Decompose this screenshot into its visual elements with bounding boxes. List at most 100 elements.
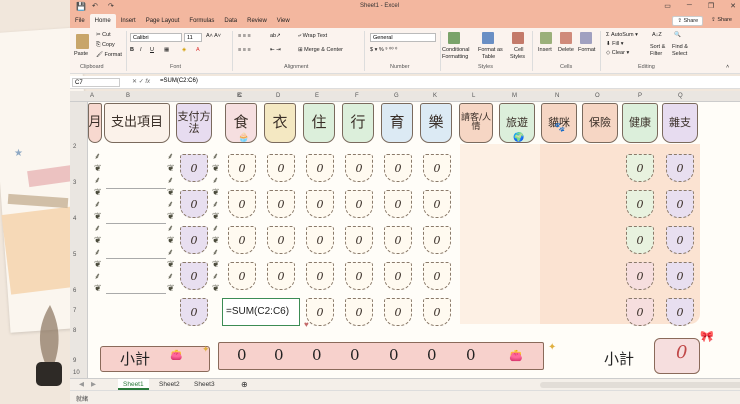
amount-cell[interactable]: 0 bbox=[345, 298, 373, 326]
amount-cell[interactable]: 0 bbox=[626, 226, 654, 254]
row-header[interactable]: 9 bbox=[73, 358, 76, 364]
underline-button[interactable]: U bbox=[150, 47, 154, 53]
paste-icon[interactable] bbox=[76, 34, 89, 49]
amount-cell[interactable]: 0 bbox=[267, 190, 295, 218]
subtotal-value[interactable]: 0 bbox=[274, 346, 284, 364]
tab-view[interactable]: View bbox=[272, 14, 295, 28]
header-insurance[interactable]: 保險 bbox=[582, 103, 618, 143]
row-header[interactable]: 2 bbox=[73, 144, 76, 150]
row-header[interactable]: 10 bbox=[73, 370, 80, 376]
amount-cell[interactable]: 0 bbox=[228, 154, 256, 182]
font-name-box[interactable]: Calibri bbox=[130, 33, 182, 42]
font-grow-icon[interactable]: A˄ A˅ bbox=[206, 33, 221, 39]
column-header[interactable]: E bbox=[315, 93, 319, 99]
amount-cell[interactable]: 0 bbox=[626, 190, 654, 218]
fx-icon[interactable]: ✕ ✓ fx bbox=[132, 78, 150, 85]
minimize-icon[interactable]: ─ bbox=[687, 2, 692, 10]
cut-button[interactable]: ✂ Cut bbox=[96, 32, 111, 38]
amount-cell[interactable]: 0 bbox=[384, 190, 412, 218]
amount-cell[interactable]: 0 bbox=[228, 262, 256, 290]
column-header[interactable]: K bbox=[433, 93, 437, 99]
amount-cell[interactable]: 0 bbox=[423, 190, 451, 218]
amount-cell[interactable]: 0 bbox=[180, 154, 208, 182]
tab-insert[interactable]: Insert bbox=[116, 14, 141, 28]
amount-cell[interactable]: 0 bbox=[267, 226, 295, 254]
amount-cell[interactable]: 0 bbox=[267, 154, 295, 182]
name-box[interactable]: C7 bbox=[72, 78, 120, 87]
header-treat-gifts[interactable]: 請客/人情 bbox=[459, 103, 493, 143]
subtotal-value[interactable]: 0 bbox=[312, 346, 322, 364]
copy-button[interactable]: ⎘ Copy bbox=[96, 42, 115, 49]
sort-filter-icon[interactable]: A↓Z bbox=[652, 32, 662, 38]
amount-cell[interactable]: 0 bbox=[345, 262, 373, 290]
delete-cells-icon[interactable] bbox=[560, 32, 572, 44]
column-header[interactable]: P bbox=[638, 93, 642, 99]
amount-cell[interactable]: 0 bbox=[180, 298, 208, 326]
amount-cell[interactable]: 0 bbox=[306, 262, 334, 290]
sheet-tab-2[interactable]: Sheet2 bbox=[154, 379, 185, 390]
amount-cell[interactable]: 0 bbox=[423, 262, 451, 290]
conditional-formatting-label[interactable]: Conditional bbox=[442, 47, 470, 53]
align-left-icon[interactable]: ≡ ≡ ≡ bbox=[238, 47, 251, 53]
column-header[interactable]: F bbox=[355, 93, 359, 99]
align-top-icon[interactable]: ≡ ≡ ≡ bbox=[238, 33, 251, 39]
font-size-box[interactable]: 11 bbox=[184, 33, 202, 42]
amount-cell[interactable]: 0 bbox=[626, 298, 654, 326]
amount-cell[interactable]: 0 bbox=[666, 154, 694, 182]
wrap-text-button[interactable]: ⤶ Wrap Text bbox=[298, 33, 327, 40]
amount-cell[interactable]: 0 bbox=[180, 190, 208, 218]
tab-review[interactable]: Review bbox=[242, 14, 272, 28]
row-header[interactable]: 6 bbox=[73, 288, 76, 294]
tab-file[interactable]: File bbox=[70, 14, 90, 28]
number-format-box[interactable]: General bbox=[370, 33, 436, 42]
amount-cell[interactable]: 0 bbox=[345, 154, 373, 182]
row-header[interactable]: 4 bbox=[73, 216, 76, 222]
column-header[interactable]: O bbox=[595, 93, 600, 99]
header-expense-item[interactable]: 支出項目 bbox=[104, 103, 170, 143]
amount-cell[interactable]: 0 bbox=[384, 262, 412, 290]
collapse-ribbon-icon[interactable]: ˄ bbox=[726, 64, 729, 70]
tab-formulas[interactable]: Formulas bbox=[184, 14, 219, 28]
tab-page-layout[interactable]: Page Layout bbox=[141, 14, 185, 28]
amount-cell[interactable]: 0 bbox=[306, 190, 334, 218]
bold-button[interactable]: B bbox=[130, 47, 134, 53]
cell-label[interactable]: Cell bbox=[514, 47, 523, 53]
amount-cell[interactable]: 0 bbox=[423, 154, 451, 182]
format-as-label[interactable]: Format as bbox=[478, 47, 503, 53]
header-housing[interactable]: 住 bbox=[303, 103, 335, 143]
column-header[interactable]: M bbox=[512, 93, 517, 99]
row-header[interactable]: 5 bbox=[73, 252, 76, 258]
total-value[interactable]: 0 bbox=[676, 342, 687, 363]
tab-scroll-right-icon[interactable]: ▶ bbox=[86, 379, 101, 390]
formula-edit-cell[interactable]: =SUM(C2:C6) bbox=[222, 298, 300, 326]
row-header[interactable]: 7 bbox=[73, 308, 76, 314]
header-transport[interactable]: 行 bbox=[342, 103, 374, 143]
restore-icon[interactable]: ❐ bbox=[708, 2, 714, 10]
cell-styles-icon[interactable] bbox=[512, 32, 524, 44]
row-header[interactable]: 8 bbox=[73, 328, 76, 334]
add-sheet-icon[interactable]: ⊕ bbox=[236, 379, 253, 390]
delete-cells-label[interactable]: Delete bbox=[558, 47, 574, 53]
column-header[interactable]: Q bbox=[678, 93, 683, 99]
ribbon-options-icon[interactable]: ▭ bbox=[664, 2, 671, 10]
amount-cell[interactable]: 0 bbox=[626, 262, 654, 290]
subtotal-value[interactable]: 0 bbox=[389, 346, 399, 364]
amount-cell[interactable]: 0 bbox=[345, 190, 373, 218]
sheet-tab-1[interactable]: Sheet1 bbox=[118, 379, 149, 390]
redo-icon[interactable]: ↷ bbox=[108, 2, 114, 10]
subtotal-value[interactable]: 0 bbox=[350, 346, 360, 364]
font-color-icon[interactable]: A bbox=[196, 47, 200, 53]
column-header[interactable]: L bbox=[472, 93, 475, 99]
save-icon[interactable]: 💾 bbox=[76, 2, 86, 11]
amount-cell[interactable]: 0 bbox=[228, 226, 256, 254]
column-header[interactable]: C bbox=[238, 93, 242, 99]
amount-cell[interactable]: 0 bbox=[666, 298, 694, 326]
share-button[interactable]: ⇪ Share bbox=[672, 16, 704, 26]
amount-cell[interactable]: 0 bbox=[384, 154, 412, 182]
amount-cell[interactable]: 0 bbox=[423, 298, 451, 326]
column-header[interactable]: A bbox=[90, 93, 94, 99]
subtotal-value[interactable]: 0 bbox=[427, 346, 437, 364]
format-painter-button[interactable]: 🖌 Format bbox=[96, 52, 122, 58]
amount-cell[interactable]: 0 bbox=[666, 226, 694, 254]
amount-cell[interactable]: 0 bbox=[306, 226, 334, 254]
